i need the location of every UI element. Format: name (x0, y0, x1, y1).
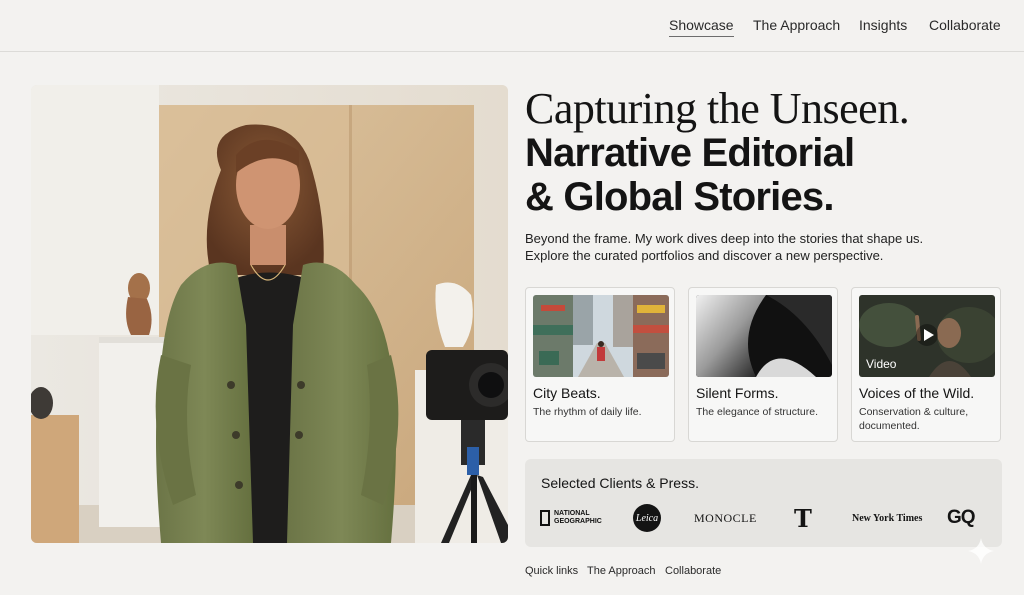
national-geographic-logo: NATIONAL GEOGRAPHIC (540, 504, 602, 532)
nav-collaborate[interactable]: Collaborate (929, 17, 1001, 33)
yellow-frame-icon (540, 510, 550, 526)
video-badge: Video (866, 357, 897, 371)
leica-logo: Leica (633, 504, 661, 532)
clients-press-panel: Selected Clients & Press. NATIONAL GEOGR… (525, 459, 1002, 547)
gq-logo: GQ (947, 507, 976, 528)
portfolio-card-silent-forms[interactable]: Silent Forms. The elegance of structure. (688, 287, 838, 442)
headline-line-1: Capturing the Unseen. (525, 84, 910, 133)
footer-collaborate[interactable]: Collaborate (665, 565, 721, 577)
card-title: Voices of the Wild. (859, 385, 975, 401)
abstract-form-photo-icon (696, 295, 832, 377)
footer-the-approach[interactable]: The Approach (587, 565, 656, 577)
card-title: Silent Forms. (696, 385, 779, 401)
headline-line-2: Narrative Editorial (525, 131, 855, 175)
portfolio-card-voices-of-the-wild[interactable]: Video Voices of the Wild. Conservation &… (851, 287, 1001, 442)
top-navigation: Showcase The Approach Insights Collabora… (0, 0, 1024, 52)
nav-the-approach[interactable]: The Approach (753, 17, 840, 33)
headline-line-3: & Global Stories. (525, 175, 834, 219)
card-subtitle: Conservation & culture, documented. (859, 406, 969, 432)
monocle-logo: MONOCLE (694, 510, 757, 525)
card-subtitle: The elegance of structure. (696, 406, 818, 418)
sparkle-icon (968, 538, 994, 564)
nav-showcase[interactable]: Showcase (669, 17, 734, 37)
intro-text: Beyond the frame. My work dives deep int… (525, 230, 995, 264)
card-title: City Beats. (533, 385, 601, 401)
new-york-times-logo: New York Times (852, 512, 923, 524)
hero-portrait-image (31, 85, 508, 543)
footer-quick-links[interactable]: Quick links (525, 565, 578, 577)
intro-line-2: Explore the curated portfolios and disco… (525, 248, 884, 263)
nav-insights[interactable]: Insights (859, 17, 907, 33)
card-subtitle: The rhythm of daily life. (533, 406, 642, 418)
nyt-t-logo: T (794, 503, 812, 533)
city-street-photo-icon (533, 295, 669, 377)
portfolio-card-city-beats[interactable]: City Beats. The rhythm of daily life. (525, 287, 675, 442)
intro-line-1: Beyond the frame. My work dives deep int… (525, 231, 924, 246)
video-still-icon: Video (859, 295, 995, 377)
clients-title: Selected Clients & Press. (541, 475, 699, 491)
